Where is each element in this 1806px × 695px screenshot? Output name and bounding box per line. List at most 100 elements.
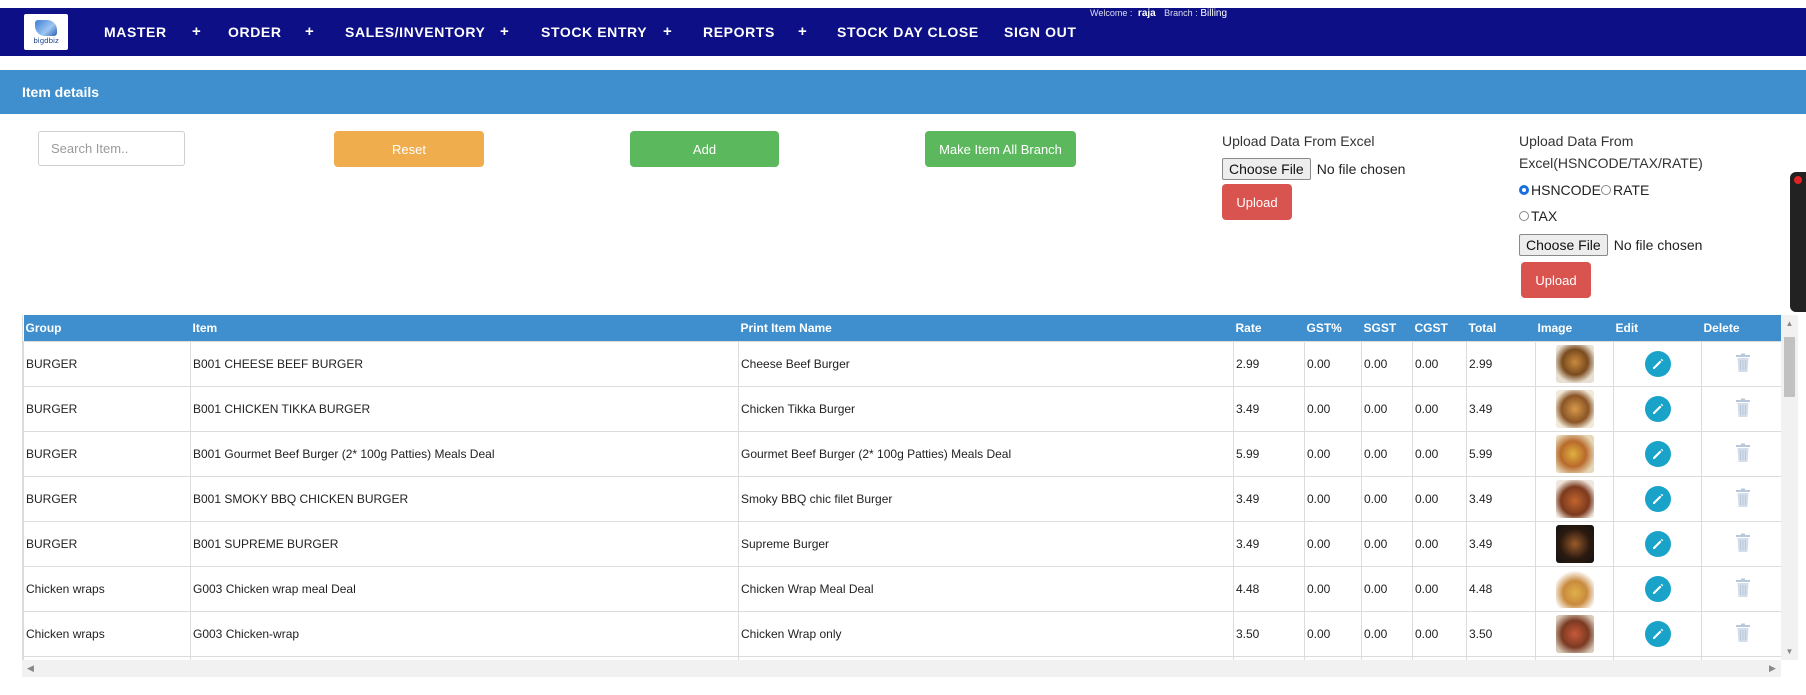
make-item-all-branch-button[interactable]: Make Item All Branch xyxy=(925,131,1076,167)
search-item-input[interactable] xyxy=(38,131,185,166)
delete-trash-icon[interactable] xyxy=(1735,443,1751,466)
panel-header: Item details xyxy=(0,70,1806,114)
nav-order[interactable]: ORDER xyxy=(228,24,282,40)
col-header-total[interactable]: Total xyxy=(1466,315,1536,342)
table-row[interactable]: BURGER B001 SMOKY BBQ CHICKEN BURGER Smoky… xyxy=(23,476,1784,522)
table-row[interactable]: Chicken wraps G003 Chicken wrap meal Deal… xyxy=(23,566,1784,612)
vertical-scrollbar[interactable]: ▲ ▼ xyxy=(1781,315,1798,660)
scroll-down-arrow-icon[interactable]: ▼ xyxy=(1781,643,1798,660)
cell-total: 3.49 xyxy=(1466,476,1536,522)
hsncode-radio[interactable] xyxy=(1519,185,1529,195)
welcome-info: Welcome : raja Branch : Billing xyxy=(1090,8,1227,19)
user-name: raja xyxy=(1137,8,1156,19)
item-image-thumbnail[interactable] xyxy=(1555,390,1594,428)
logo-mark-icon xyxy=(35,19,57,36)
nav-sales-inventory[interactable]: SALES/INVENTORY xyxy=(345,24,485,40)
cell-sgst: 0.00 xyxy=(1361,521,1413,567)
cell-edit xyxy=(1613,341,1702,387)
delete-trash-icon[interactable] xyxy=(1735,398,1751,421)
horizontal-scrollbar[interactable]: ◀ ▶ xyxy=(22,660,1781,677)
cell-item: B001 SUPREME BURGER xyxy=(190,521,739,567)
side-recorder-tab[interactable] xyxy=(1790,172,1806,312)
scroll-right-arrow-icon[interactable]: ▶ xyxy=(1764,660,1781,677)
delete-trash-icon[interactable] xyxy=(1735,578,1751,601)
table-row[interactable]: BURGER B001 CHICKEN TIKKA BURGER Chicken T… xyxy=(23,386,1784,432)
cell-group: Chicken wraps xyxy=(23,566,191,612)
cell-image xyxy=(1535,611,1614,657)
cell-sgst: 0.00 xyxy=(1361,386,1413,432)
rate-radio[interactable] xyxy=(1601,185,1612,195)
app-logo[interactable]: bigdbiz xyxy=(24,14,68,50)
edit-pencil-icon[interactable] xyxy=(1644,531,1671,557)
nav-reports[interactable]: REPORTS xyxy=(703,24,775,40)
choose-file-button[interactable]: Choose File xyxy=(1519,234,1608,256)
edit-pencil-icon[interactable] xyxy=(1644,396,1671,422)
item-image-thumbnail[interactable] xyxy=(1555,570,1594,608)
delete-trash-icon[interactable] xyxy=(1735,533,1751,556)
scroll-up-arrow-icon[interactable]: ▲ xyxy=(1781,315,1798,332)
nav-stock-day-close[interactable]: STOCK DAY CLOSE xyxy=(837,24,979,40)
table-row[interactable]: BURGER B001 SUPREME BURGER Supreme Burger 3… xyxy=(23,521,1784,567)
scrollbar-thumb[interactable] xyxy=(1784,337,1795,397)
cell-image xyxy=(1535,521,1614,567)
edit-pencil-icon[interactable] xyxy=(1644,441,1671,467)
cell-group: BURGER xyxy=(23,521,191,567)
welcome-label: Welcome : xyxy=(1090,8,1133,18)
col-header-cgst[interactable]: CGST xyxy=(1412,315,1467,342)
item-image-thumbnail[interactable] xyxy=(1555,345,1594,383)
cell-edit xyxy=(1613,566,1702,612)
choose-file-button[interactable]: Choose File xyxy=(1222,158,1311,180)
cell-item: B001 SMOKY BBQ CHICKEN BURGER xyxy=(190,476,739,522)
item-image-thumbnail[interactable] xyxy=(1555,435,1594,473)
col-header-item[interactable]: Item xyxy=(190,315,739,342)
nav-separator-plus: + xyxy=(305,23,314,40)
col-header-sgst[interactable]: SGST xyxy=(1361,315,1413,342)
table-row[interactable]: BURGER B001 Gourmet Beef Burger (2* 100g … xyxy=(23,431,1784,477)
col-header-gst[interactable]: GST% xyxy=(1304,315,1362,342)
nav-sign-out[interactable]: SIGN OUT xyxy=(1004,24,1076,40)
cell-group: BURGER xyxy=(23,476,191,522)
reset-button[interactable]: Reset xyxy=(334,131,484,167)
cell-total: 3.49 xyxy=(1466,386,1536,432)
cell-cgst: 0.00 xyxy=(1412,431,1467,477)
nav-master[interactable]: MASTER xyxy=(104,24,167,40)
table-row[interactable]: BURGER B001 CHEESE BEEF BURGER Cheese Beef… xyxy=(23,341,1784,387)
col-header-print-item-name[interactable]: Print Item Name xyxy=(738,315,1234,342)
upload-hsn-button[interactable]: Upload xyxy=(1521,262,1591,298)
upload-hsn-title-line1: Upload Data From xyxy=(1519,133,1634,149)
table-row[interactable]: Chicken wraps G003 Chicken-wrap Chicken Wr… xyxy=(23,611,1784,657)
edit-pencil-icon[interactable] xyxy=(1644,621,1671,647)
cell-sgst: 0.00 xyxy=(1361,341,1413,387)
item-image-thumbnail[interactable] xyxy=(1555,615,1594,653)
tax-radio[interactable] xyxy=(1519,211,1529,221)
branch-label: Branch : xyxy=(1164,8,1198,18)
cell-rate: 2.99 xyxy=(1233,341,1305,387)
cell-delete xyxy=(1701,341,1784,387)
item-image-thumbnail[interactable] xyxy=(1555,480,1594,518)
scroll-left-arrow-icon[interactable]: ◀ xyxy=(22,660,39,677)
edit-pencil-icon[interactable] xyxy=(1644,576,1671,602)
cell-gst: 0.00 xyxy=(1304,431,1362,477)
col-header-rate[interactable]: Rate xyxy=(1233,315,1305,342)
delete-trash-icon[interactable] xyxy=(1735,353,1751,376)
cell-group: BURGER xyxy=(23,386,191,432)
item-image-thumbnail[interactable] xyxy=(1555,525,1594,563)
edit-pencil-icon[interactable] xyxy=(1644,486,1671,512)
cell-edit xyxy=(1613,611,1702,657)
cell-total: 4.48 xyxy=(1466,566,1536,612)
upload-excel-button[interactable]: Upload xyxy=(1222,184,1292,220)
cell-gst: 0.00 xyxy=(1304,476,1362,522)
nav-stock-entry[interactable]: STOCK ENTRY xyxy=(541,24,647,40)
cell-delete xyxy=(1701,566,1784,612)
delete-trash-icon[interactable] xyxy=(1735,488,1751,511)
tax-radio-group: TAX xyxy=(1519,208,1557,224)
edit-pencil-icon[interactable] xyxy=(1644,351,1671,377)
delete-trash-icon[interactable] xyxy=(1735,623,1751,646)
upload-excel-file-picker: Choose File No file chosen xyxy=(1222,158,1405,180)
cell-total: 5.99 xyxy=(1466,431,1536,477)
col-header-group[interactable]: Group xyxy=(23,315,191,342)
cell-gst: 0.00 xyxy=(1304,566,1362,612)
add-button[interactable]: Add xyxy=(630,131,779,167)
col-header-image: Image xyxy=(1535,315,1614,342)
no-file-chosen-text: No file chosen xyxy=(1316,161,1406,177)
